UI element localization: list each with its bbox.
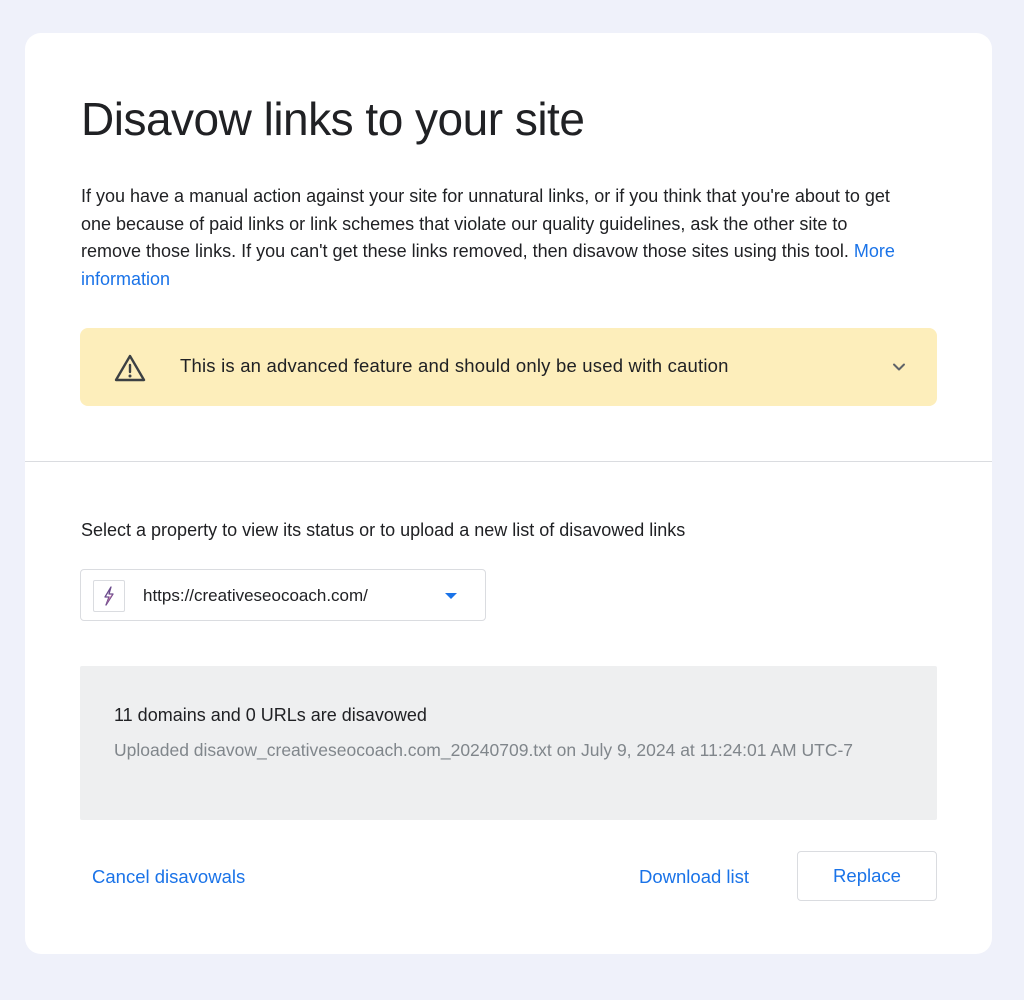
dropdown-arrow-icon[interactable] (444, 591, 458, 601)
header-section: Disavow links to your site If you have a… (25, 33, 992, 461)
cancel-disavowals-button[interactable]: Cancel disavowals (92, 866, 245, 888)
page-description: If you have a manual action against your… (81, 183, 911, 293)
disavow-status-box: 11 domains and 0 URLs are disavowed Uplo… (80, 666, 937, 820)
caution-warning-banner[interactable]: This is an advanced feature and should o… (80, 328, 937, 406)
disavow-card: Disavow links to your site If you have a… (25, 33, 992, 954)
disavow-summary: 11 domains and 0 URLs are disavowed (114, 705, 427, 725)
warning-text: This is an advanced feature and should o… (180, 355, 729, 376)
property-selector[interactable]: https://creativeseocoach.com/ (80, 569, 486, 621)
replace-button[interactable]: Replace (797, 851, 937, 901)
site-favicon-icon (93, 580, 125, 612)
upload-detail: Uploaded disavow_creativeseocoach.com_20… (114, 740, 854, 760)
download-list-button[interactable]: Download list (639, 866, 749, 888)
property-select-label: Select a property to view its status or … (81, 520, 686, 540)
selected-property-url: https://creativeseocoach.com/ (143, 586, 368, 605)
page-title: Disavow links to your site (81, 93, 585, 145)
section-divider (25, 461, 992, 462)
warning-triangle-icon (114, 354, 146, 382)
chevron-down-icon[interactable] (891, 359, 907, 375)
description-text: If you have a manual action against your… (81, 186, 890, 261)
